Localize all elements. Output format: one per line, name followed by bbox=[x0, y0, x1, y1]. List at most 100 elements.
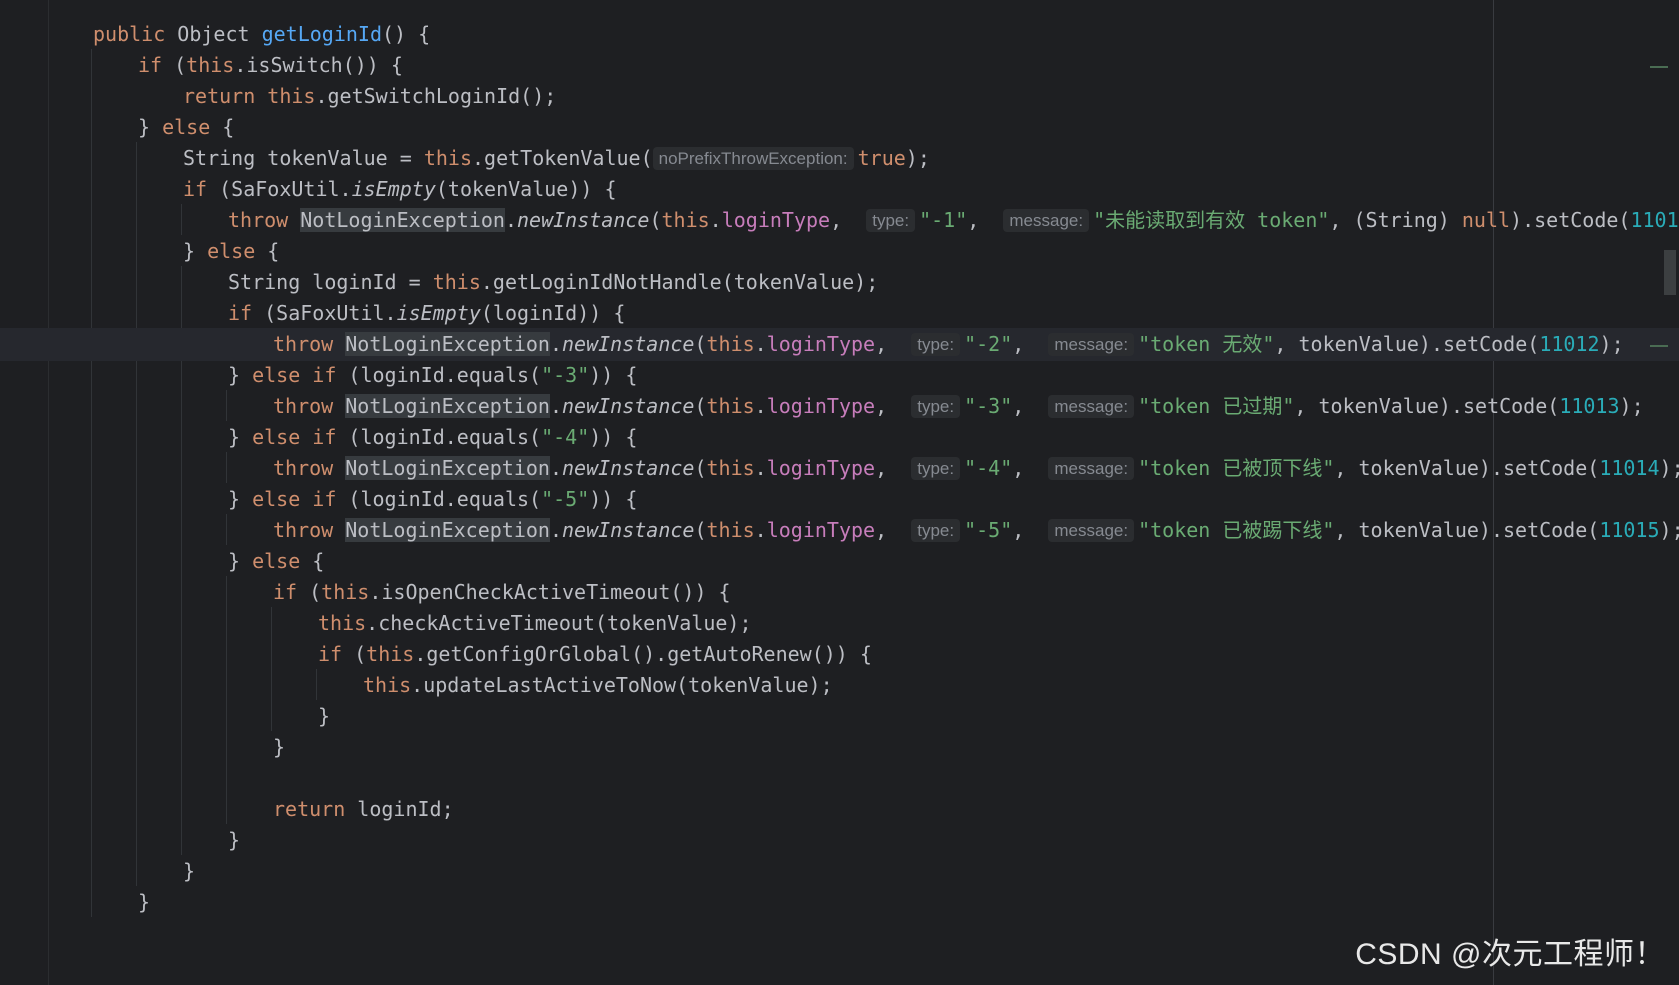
code-token: NotLoginException bbox=[345, 456, 550, 480]
code-line[interactable]: return this.getSwitchLoginId(); bbox=[0, 80, 1679, 113]
code-token: "-1" bbox=[919, 208, 968, 232]
code-token: 11013 bbox=[1559, 394, 1620, 418]
code-token: null bbox=[1461, 208, 1511, 232]
code-token: if bbox=[183, 177, 220, 201]
code-token: , bbox=[875, 518, 912, 542]
code-line[interactable]: if (SaFoxUtil.isEmpty(loginId)) { bbox=[0, 297, 1679, 330]
code-line-content: if (this.getConfigOrGlobal().getAutoRene… bbox=[318, 638, 872, 671]
code-token: , bbox=[830, 208, 867, 232]
code-token: , bbox=[875, 332, 912, 356]
code-token: { bbox=[300, 549, 325, 573]
code-token: .getSwitchLoginId(); bbox=[315, 84, 557, 108]
code-line[interactable]: String loginId = this.getLoginIdNotHandl… bbox=[0, 266, 1679, 299]
code-line[interactable]: this.checkActiveTimeout(tokenValue); bbox=[0, 607, 1679, 640]
code-token: ); bbox=[905, 146, 930, 170]
code-token: , tokenValue).setCode( bbox=[1294, 394, 1560, 418]
code-token: NotLoginException bbox=[300, 208, 505, 232]
code-token: newInstance bbox=[562, 518, 695, 542]
code-token: this bbox=[423, 146, 472, 170]
code-token: if bbox=[273, 580, 310, 604]
code-line[interactable]: } bbox=[0, 700, 1679, 733]
code-line[interactable]: throw NotLoginException.newInstance(this… bbox=[0, 204, 1679, 237]
code-line[interactable]: } bbox=[0, 886, 1679, 919]
code-token: this bbox=[706, 456, 755, 480]
code-token: . bbox=[549, 394, 562, 418]
code-token: "token 无效" bbox=[1138, 332, 1275, 356]
parameter-hint: message: bbox=[1048, 457, 1135, 480]
code-token: this bbox=[363, 673, 412, 697]
code-token: ( bbox=[309, 580, 322, 604]
code-token: "token 已被踢下线" bbox=[1138, 518, 1335, 542]
code-token: () { bbox=[382, 22, 431, 46]
code-token: ( bbox=[694, 518, 707, 542]
code-token: loginType bbox=[766, 456, 876, 480]
scrollbar-thumb[interactable] bbox=[1664, 250, 1676, 295]
code-token: , bbox=[967, 208, 1004, 232]
code-line[interactable]: } else { bbox=[0, 235, 1679, 268]
code-token: .getConfigOrGlobal().getAutoRenew()) { bbox=[414, 642, 872, 666]
code-token: 11015 bbox=[1599, 518, 1660, 542]
code-line[interactable]: throw NotLoginException.newInstance(this… bbox=[0, 390, 1679, 423]
code-token: "-5" bbox=[541, 487, 590, 511]
parameter-hint: type: bbox=[911, 519, 961, 542]
code-line[interactable]: throw NotLoginException.newInstance(this… bbox=[0, 328, 1679, 361]
code-token: newInstance bbox=[517, 208, 650, 232]
code-line[interactable]: } else if (loginId.equals("-5")) { bbox=[0, 483, 1679, 516]
code-line-content: throw NotLoginException.newInstance(this… bbox=[273, 328, 1624, 362]
code-line[interactable]: if (this.getConfigOrGlobal().getAutoRene… bbox=[0, 638, 1679, 671]
code-line[interactable]: throw NotLoginException.newInstance(this… bbox=[0, 452, 1679, 485]
code-line[interactable] bbox=[0, 762, 1679, 795]
code-line-content: } else { bbox=[228, 545, 324, 578]
code-token: (SaFoxUtil. bbox=[219, 177, 352, 201]
code-line[interactable]: throw NotLoginException.newInstance(this… bbox=[0, 514, 1679, 547]
code-line[interactable]: String tokenValue = this.getTokenValue(n… bbox=[0, 142, 1679, 175]
code-token: this bbox=[706, 332, 755, 356]
code-token: )) { bbox=[589, 363, 638, 387]
code-token: } bbox=[183, 859, 196, 883]
code-token: loginType bbox=[766, 394, 876, 418]
code-token: , bbox=[1012, 394, 1049, 418]
code-token: } bbox=[318, 704, 331, 728]
code-token: } bbox=[138, 890, 151, 914]
code-token: "-4" bbox=[541, 425, 590, 449]
code-token: , bbox=[1012, 518, 1049, 542]
code-token: if bbox=[318, 642, 355, 666]
code-line-content: } bbox=[138, 886, 150, 919]
code-token: 11011 bbox=[1630, 208, 1679, 232]
code-line[interactable]: } else if (loginId.equals("-3")) { bbox=[0, 359, 1679, 392]
code-token: } bbox=[228, 363, 253, 387]
code-line[interactable]: if (SaFoxUtil.isEmpty(tokenValue)) { bbox=[0, 173, 1679, 206]
code-line-content: if (SaFoxUtil.isEmpty(loginId)) { bbox=[228, 297, 625, 330]
code-editor[interactable]: public Object getLoginId() {if (this.isS… bbox=[0, 0, 1679, 985]
code-line[interactable]: return loginId; bbox=[0, 793, 1679, 826]
code-line[interactable]: if (this.isSwitch()) { bbox=[0, 49, 1679, 82]
code-token: .checkActiveTimeout(tokenValue); bbox=[366, 611, 752, 635]
code-token: isEmpty bbox=[351, 177, 436, 201]
code-token: . bbox=[549, 332, 562, 356]
code-line[interactable]: } bbox=[0, 855, 1679, 888]
code-token: . bbox=[754, 394, 767, 418]
code-line[interactable]: if (this.isOpenCheckActiveTimeout()) { bbox=[0, 576, 1679, 609]
code-line[interactable]: } else { bbox=[0, 111, 1679, 144]
code-token: throw bbox=[273, 332, 346, 356]
code-token: } bbox=[183, 239, 208, 263]
code-line[interactable]: public Object getLoginId() { bbox=[0, 18, 1679, 51]
code-line-content: } else if (loginId.equals("-5")) { bbox=[228, 483, 637, 516]
scrollbar-change-marker[interactable] bbox=[1650, 345, 1668, 347]
code-line-content: } else if (loginId.equals("-4")) { bbox=[228, 421, 637, 454]
scrollbar-change-marker[interactable] bbox=[1650, 66, 1668, 68]
code-line-content: } else if (loginId.equals("-3")) { bbox=[228, 359, 637, 392]
code-token: this bbox=[321, 580, 370, 604]
code-token: String loginId = bbox=[228, 270, 433, 294]
code-token: isEmpty bbox=[396, 301, 481, 325]
code-line[interactable]: } else { bbox=[0, 545, 1679, 578]
code-token: String tokenValue = bbox=[183, 146, 424, 170]
code-line[interactable]: } else if (loginId.equals("-4")) { bbox=[0, 421, 1679, 454]
code-line[interactable]: this.updateLastActiveToNow(tokenValue); bbox=[0, 669, 1679, 702]
code-token: else if bbox=[252, 363, 349, 387]
code-line[interactable]: } bbox=[0, 731, 1679, 764]
code-line-content: } bbox=[228, 824, 240, 857]
code-line[interactable]: } bbox=[0, 824, 1679, 857]
code-token: loginType bbox=[766, 332, 876, 356]
parameter-hint: type: bbox=[911, 457, 961, 480]
